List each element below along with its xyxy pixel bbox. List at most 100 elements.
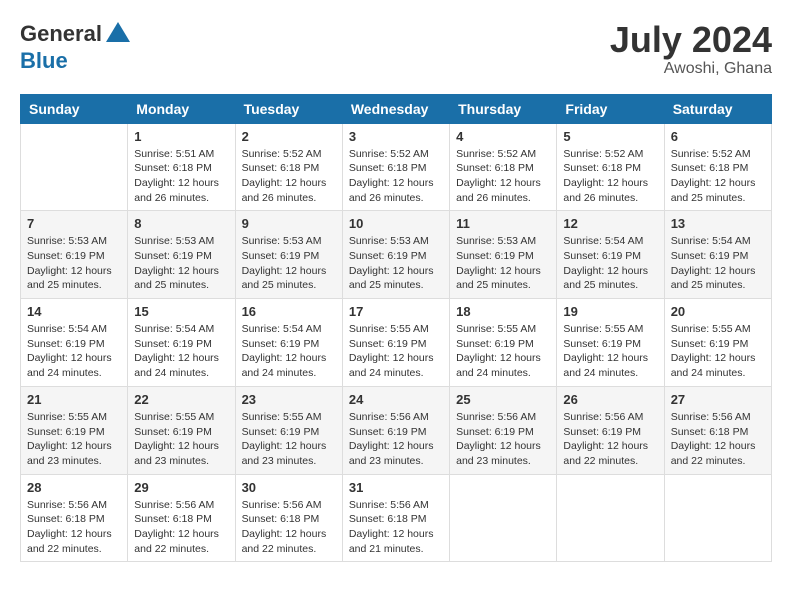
day-number: 7: [27, 216, 121, 231]
day-number: 11: [456, 216, 550, 231]
calendar-day-cell: 5 Sunrise: 5:52 AMSunset: 6:18 PMDaylight…: [557, 123, 664, 211]
calendar-day-cell: 29 Sunrise: 5:56 AMSunset: 6:18 PMDayligh…: [128, 474, 235, 562]
calendar-day-cell: 16 Sunrise: 5:54 AMSunset: 6:19 PMDayligh…: [235, 299, 342, 387]
day-number: 16: [242, 304, 336, 319]
day-number: 30: [242, 480, 336, 495]
day-info: Sunrise: 5:54 AMSunset: 6:19 PMDaylight:…: [134, 322, 228, 381]
col-header-sunday: Sunday: [21, 94, 128, 123]
logo-blue-text: Blue: [20, 48, 68, 74]
day-info: Sunrise: 5:53 AMSunset: 6:19 PMDaylight:…: [134, 234, 228, 293]
calendar-day-cell: [557, 474, 664, 562]
calendar-day-cell: 9 Sunrise: 5:53 AMSunset: 6:19 PMDaylight…: [235, 211, 342, 299]
day-info: Sunrise: 5:51 AMSunset: 6:18 PMDaylight:…: [134, 147, 228, 206]
day-info: Sunrise: 5:54 AMSunset: 6:19 PMDaylight:…: [563, 234, 657, 293]
calendar-day-cell: 23 Sunrise: 5:55 AMSunset: 6:19 PMDayligh…: [235, 386, 342, 474]
calendar-day-cell: 20 Sunrise: 5:55 AMSunset: 6:19 PMDayligh…: [664, 299, 771, 387]
day-number: 8: [134, 216, 228, 231]
day-info: Sunrise: 5:54 AMSunset: 6:19 PMDaylight:…: [242, 322, 336, 381]
day-number: 6: [671, 129, 765, 144]
calendar-day-cell: [450, 474, 557, 562]
day-info: Sunrise: 5:52 AMSunset: 6:18 PMDaylight:…: [563, 147, 657, 206]
day-number: 12: [563, 216, 657, 231]
day-info: Sunrise: 5:55 AMSunset: 6:19 PMDaylight:…: [563, 322, 657, 381]
day-info: Sunrise: 5:53 AMSunset: 6:19 PMDaylight:…: [456, 234, 550, 293]
calendar-day-cell: 21 Sunrise: 5:55 AMSunset: 6:19 PMDayligh…: [21, 386, 128, 474]
day-number: 20: [671, 304, 765, 319]
calendar-week-row: 28 Sunrise: 5:56 AMSunset: 6:18 PMDayligh…: [21, 474, 772, 562]
calendar-week-row: 1 Sunrise: 5:51 AMSunset: 6:18 PMDaylight…: [21, 123, 772, 211]
day-info: Sunrise: 5:52 AMSunset: 6:18 PMDaylight:…: [349, 147, 443, 206]
col-header-saturday: Saturday: [664, 94, 771, 123]
day-number: 14: [27, 304, 121, 319]
calendar-day-cell: 8 Sunrise: 5:53 AMSunset: 6:19 PMDaylight…: [128, 211, 235, 299]
calendar-day-cell: 30 Sunrise: 5:56 AMSunset: 6:18 PMDayligh…: [235, 474, 342, 562]
day-info: Sunrise: 5:52 AMSunset: 6:18 PMDaylight:…: [456, 147, 550, 206]
day-info: Sunrise: 5:55 AMSunset: 6:19 PMDaylight:…: [27, 410, 121, 469]
calendar-day-cell: 10 Sunrise: 5:53 AMSunset: 6:19 PMDayligh…: [342, 211, 449, 299]
day-info: Sunrise: 5:55 AMSunset: 6:19 PMDaylight:…: [134, 410, 228, 469]
logo-icon: [104, 20, 132, 48]
day-info: Sunrise: 5:53 AMSunset: 6:19 PMDaylight:…: [242, 234, 336, 293]
day-number: 2: [242, 129, 336, 144]
col-header-monday: Monday: [128, 94, 235, 123]
calendar-day-cell: 22 Sunrise: 5:55 AMSunset: 6:19 PMDayligh…: [128, 386, 235, 474]
day-number: 4: [456, 129, 550, 144]
day-number: 26: [563, 392, 657, 407]
day-number: 29: [134, 480, 228, 495]
month-year-title: July 2024: [610, 20, 772, 60]
day-info: Sunrise: 5:56 AMSunset: 6:19 PMDaylight:…: [563, 410, 657, 469]
col-header-friday: Friday: [557, 94, 664, 123]
day-number: 24: [349, 392, 443, 407]
calendar-day-cell: 17Sunrise: 5:55 AMSunset: 6:19 PMDayligh…: [342, 299, 449, 387]
day-number: 31: [349, 480, 443, 495]
day-info: Sunrise: 5:56 AMSunset: 6:18 PMDaylight:…: [671, 410, 765, 469]
calendar-day-cell: 26 Sunrise: 5:56 AMSunset: 6:19 PMDayligh…: [557, 386, 664, 474]
day-info: Sunrise: 5:55 AMSunset: 6:19 PMDaylight:…: [242, 410, 336, 469]
calendar-day-cell: 13Sunrise: 5:54 AMSunset: 6:19 PMDayligh…: [664, 211, 771, 299]
col-header-wednesday: Wednesday: [342, 94, 449, 123]
day-info: Sunrise: 5:55 AMSunset: 6:19 PMDaylight:…: [456, 322, 550, 381]
calendar-day-cell: 19 Sunrise: 5:55 AMSunset: 6:19 PMDayligh…: [557, 299, 664, 387]
day-info: Sunrise: 5:54 AMSunset: 6:19 PMDaylight:…: [27, 322, 121, 381]
calendar-day-cell: 14 Sunrise: 5:54 AMSunset: 6:19 PMDayligh…: [21, 299, 128, 387]
day-number: 21: [27, 392, 121, 407]
calendar-day-cell: 6Sunrise: 5:52 AMSunset: 6:18 PMDaylight…: [664, 123, 771, 211]
calendar-day-cell: 12 Sunrise: 5:54 AMSunset: 6:19 PMDayligh…: [557, 211, 664, 299]
day-number: 17: [349, 304, 443, 319]
day-number: 27: [671, 392, 765, 407]
day-number: 28: [27, 480, 121, 495]
day-number: 5: [563, 129, 657, 144]
day-number: 23: [242, 392, 336, 407]
calendar-header-row: SundayMondayTuesdayWednesdayThursdayFrid…: [21, 94, 772, 123]
day-number: 18: [456, 304, 550, 319]
day-info: Sunrise: 5:53 AMSunset: 6:19 PMDaylight:…: [27, 234, 121, 293]
day-number: 1: [134, 129, 228, 144]
day-info: Sunrise: 5:56 AMSunset: 6:18 PMDaylight:…: [349, 498, 443, 557]
page-header: General Blue July 2024 Awoshi, Ghana: [20, 20, 772, 78]
day-number: 22: [134, 392, 228, 407]
calendar-day-cell: 11 Sunrise: 5:53 AMSunset: 6:19 PMDayligh…: [450, 211, 557, 299]
day-info: Sunrise: 5:56 AMSunset: 6:18 PMDaylight:…: [134, 498, 228, 557]
calendar-day-cell: 25 Sunrise: 5:56 AMSunset: 6:19 PMDayligh…: [450, 386, 557, 474]
day-info: Sunrise: 5:53 AMSunset: 6:19 PMDaylight:…: [349, 234, 443, 293]
day-info: Sunrise: 5:56 AMSunset: 6:19 PMDaylight:…: [349, 410, 443, 469]
day-info: Sunrise: 5:55 AMSunset: 6:19 PMDaylight:…: [671, 322, 765, 381]
calendar-week-row: 7 Sunrise: 5:53 AMSunset: 6:19 PMDaylight…: [21, 211, 772, 299]
calendar-table: SundayMondayTuesdayWednesdayThursdayFrid…: [20, 94, 772, 563]
calendar-day-cell: [664, 474, 771, 562]
calendar-day-cell: 15Sunrise: 5:54 AMSunset: 6:19 PMDayligh…: [128, 299, 235, 387]
day-number: 19: [563, 304, 657, 319]
day-info: Sunrise: 5:56 AMSunset: 6:18 PMDaylight:…: [242, 498, 336, 557]
calendar-day-cell: 24 Sunrise: 5:56 AMSunset: 6:19 PMDayligh…: [342, 386, 449, 474]
title-block: July 2024 Awoshi, Ghana: [610, 20, 772, 78]
day-number: 10: [349, 216, 443, 231]
calendar-week-row: 14 Sunrise: 5:54 AMSunset: 6:19 PMDayligh…: [21, 299, 772, 387]
logo: General Blue: [20, 20, 132, 74]
calendar-day-cell: [21, 123, 128, 211]
calendar-week-row: 21 Sunrise: 5:55 AMSunset: 6:19 PMDayligh…: [21, 386, 772, 474]
location-subtitle: Awoshi, Ghana: [610, 60, 772, 78]
day-info: Sunrise: 5:56 AMSunset: 6:19 PMDaylight:…: [456, 410, 550, 469]
day-number: 25: [456, 392, 550, 407]
day-number: 13: [671, 216, 765, 231]
day-number: 9: [242, 216, 336, 231]
